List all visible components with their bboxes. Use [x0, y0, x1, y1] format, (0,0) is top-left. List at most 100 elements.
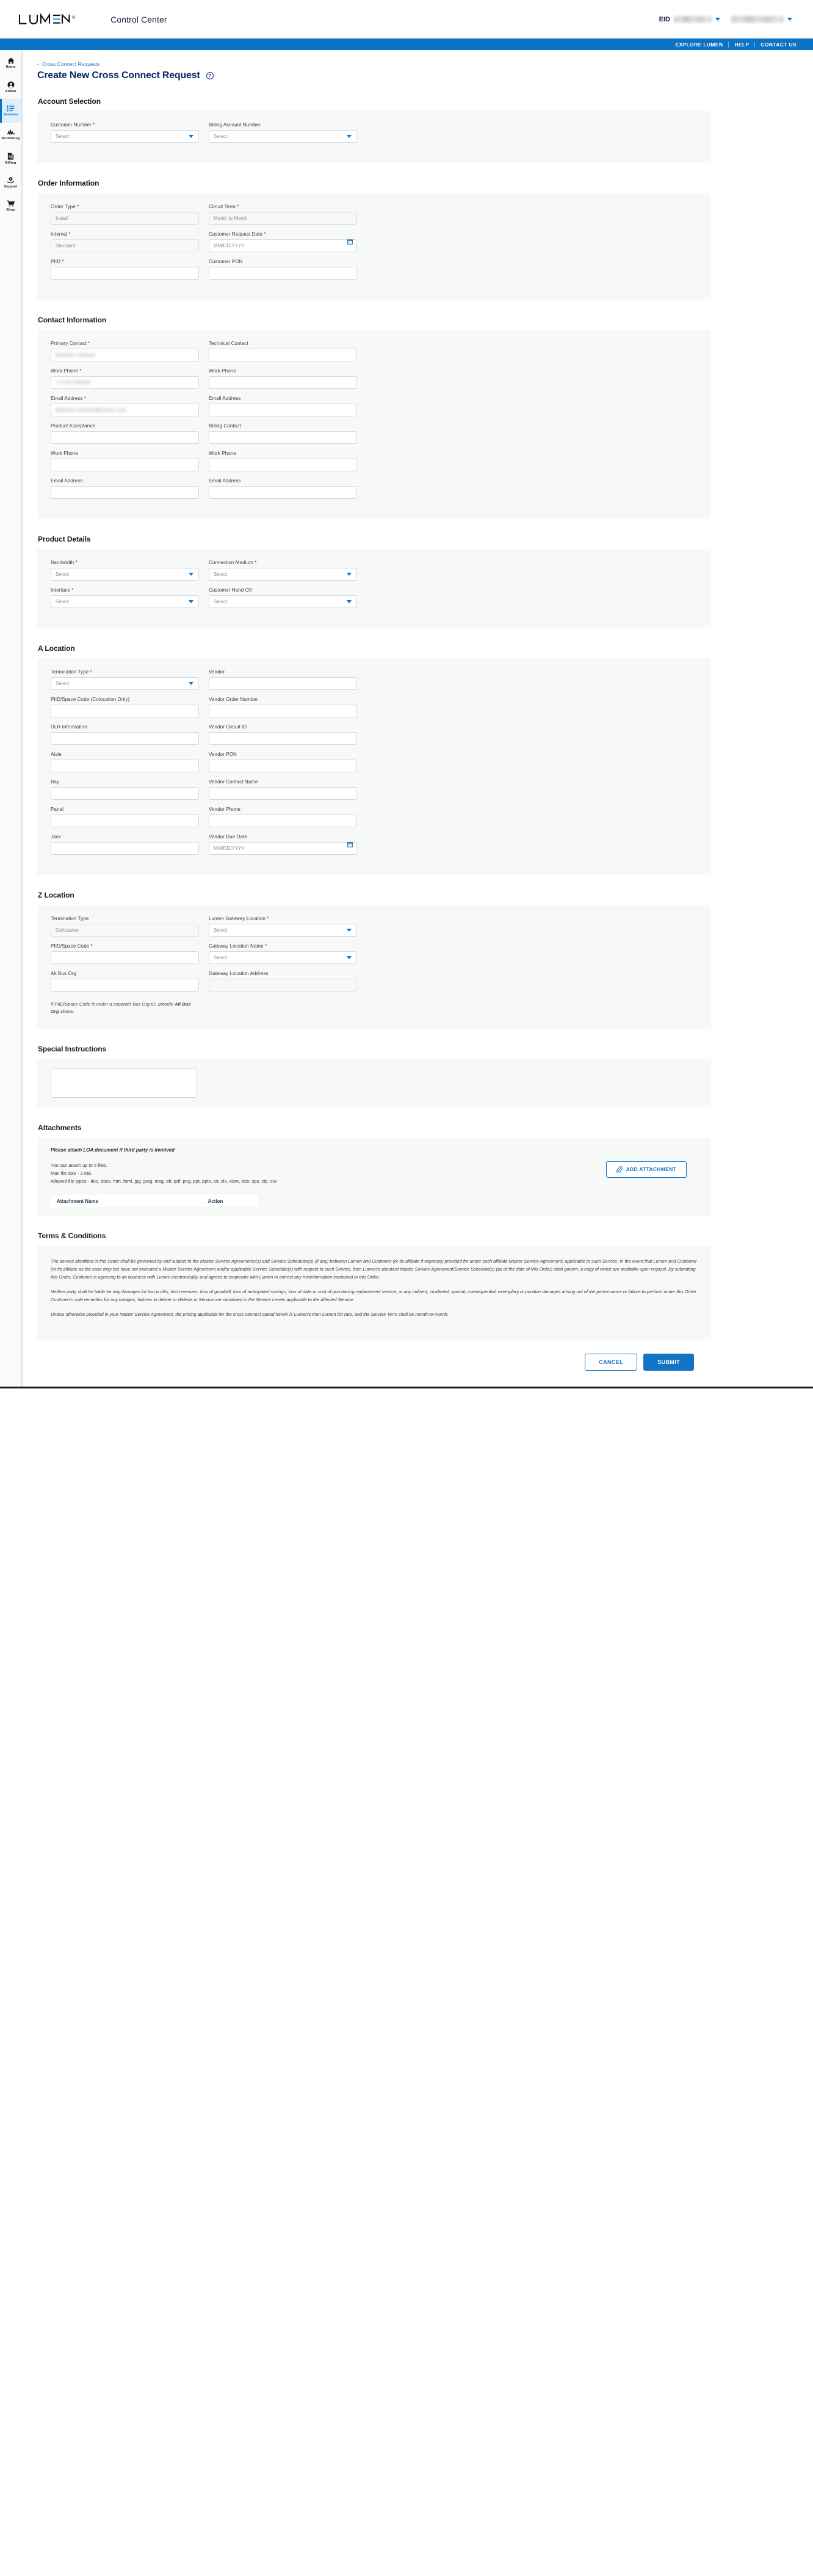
page-header: ‹ Cross Connect Requests Create New Cros… [23, 50, 813, 81]
special-instructions-textarea[interactable] [51, 1068, 197, 1098]
a-vendor-due-date-input[interactable]: MM/DD/YYYY [209, 842, 357, 855]
account-selector[interactable] [731, 16, 792, 23]
section-title: Z Location [38, 891, 74, 899]
customer-pon-input[interactable] [209, 267, 357, 280]
order-type-input: Install [51, 212, 199, 225]
section-account-selection: Account Selection Customer Number * Sele… [23, 97, 813, 163]
bandwidth-select[interactable]: Select [51, 568, 199, 581]
sidebar-item-billing[interactable]: $ Billing [0, 147, 21, 170]
lumen-gateway-location-select[interactable]: Select [209, 924, 357, 937]
billing-contact-input[interactable] [209, 431, 357, 444]
nav-contact-us[interactable]: CONTACT US [755, 42, 802, 48]
primary-email-input[interactable]: Matthew.Osakski@lumen.com [51, 404, 199, 416]
sidebar-item-services[interactable]: Services [0, 99, 21, 123]
billing-email-input[interactable] [209, 486, 357, 499]
sidebar-item-home[interactable]: Home [0, 51, 21, 75]
chevron-down-icon [189, 134, 193, 138]
sidebar-item-shop[interactable]: Shop [0, 194, 21, 218]
a-vendor-input[interactable] [209, 677, 357, 690]
customer-hand-off-select[interactable]: Select [209, 595, 357, 608]
main-content: ‹ Cross Connect Requests Create New Cros… [22, 50, 813, 1387]
chevron-down-icon [347, 134, 352, 138]
product-email-input[interactable] [51, 486, 199, 499]
brand-bar-right: EID [659, 16, 801, 23]
registered-mark: ® [72, 15, 76, 20]
attachment-rule-count: You can attach up to 5 files. [51, 1162, 108, 1168]
billing-account-number-select[interactable]: Select [209, 130, 357, 143]
sidebar-item-support[interactable]: Support [0, 170, 21, 194]
lumen-logo[interactable]: ® [18, 13, 75, 26]
terms-panel: The service identified in this Order sha… [37, 1246, 711, 1341]
nav-explore-lumen[interactable]: EXPLORE LUMEN [670, 42, 729, 48]
calendar-icon[interactable] [347, 842, 353, 847]
nav-help[interactable]: HELP [729, 42, 754, 48]
chevron-down-icon [189, 681, 193, 685]
chevron-down-icon [347, 572, 352, 576]
support-gear-icon [7, 176, 15, 184]
z-piid-space-code-input[interactable] [51, 951, 199, 964]
a-vendor-contact-name-input[interactable] [209, 787, 357, 800]
section-title: Account Selection [38, 97, 101, 106]
technical-work-phone-input[interactable] [209, 376, 357, 389]
piid-input[interactable] [51, 267, 199, 280]
customer-request-date-input[interactable]: MM/DD/YYYY [209, 239, 357, 252]
sidebar-item-monitoring[interactable]: Monitoring [0, 123, 21, 147]
product-acceptance-input[interactable] [51, 431, 199, 444]
invoice-icon: $ [7, 153, 14, 160]
eid-label: EID [659, 15, 670, 23]
gateway-location-name-select[interactable]: Select [209, 951, 357, 964]
a-piid-space-code-input[interactable] [51, 705, 199, 717]
primary-work-phone-input[interactable]: +17207798330 [51, 376, 199, 389]
section-terms: Terms & Conditions The service identifie… [23, 1232, 813, 1341]
field-a-bay: Bay [51, 779, 199, 800]
alt-bus-org-input[interactable] [51, 979, 199, 992]
field-circuit-term: Circuit Term * Month to Month [209, 204, 357, 225]
chevron-down-icon [787, 18, 792, 21]
field-a-jack: Jack [51, 834, 199, 855]
help-icon[interactable]: ? [206, 72, 214, 79]
section-contact-information: Contact Information Primary Contact * Ma… [23, 316, 813, 519]
connection-medium-select[interactable]: Select [209, 568, 357, 581]
field-gateway-location-address: Gateway Location Address [209, 971, 357, 992]
a-jack-input[interactable] [51, 842, 199, 855]
a-bay-input[interactable] [51, 787, 199, 800]
technical-contact-input[interactable] [209, 349, 357, 361]
a-location-panel: Termination Type * Select Vendor PIID/Sp… [37, 658, 711, 875]
chevron-down-icon [189, 572, 193, 576]
cancel-button[interactable]: CANCEL [585, 1354, 638, 1371]
a-vendor-pon-input[interactable] [209, 760, 357, 772]
a-vendor-order-number-input[interactable] [209, 705, 357, 717]
add-attachment-button[interactable]: ADD ATTACHMENT [605, 1161, 687, 1178]
billing-work-phone-input[interactable] [209, 459, 357, 471]
product-work-phone-input[interactable] [51, 459, 199, 471]
a-aisle-input[interactable] [51, 760, 199, 772]
field-primary-contact: Primary Contact * Matthew Osakski [51, 341, 199, 361]
field-a-termination-type: Termination Type * Select [51, 669, 199, 690]
customer-number-select[interactable]: Select [51, 130, 199, 143]
top-nav: EXPLORE LUMEN HELP CONTACT US [0, 38, 813, 50]
section-title: Contact Information [38, 316, 107, 324]
calendar-icon[interactable] [347, 239, 353, 245]
interface-select[interactable]: Select [51, 595, 199, 608]
technical-email-input[interactable] [209, 404, 357, 416]
attachment-rules: You can attach up to 5 files. Max file s… [51, 1161, 277, 1186]
a-dlr-information-input[interactable] [51, 732, 199, 745]
a-vendor-circuit-id-input[interactable] [209, 732, 357, 745]
a-vendor-phone-input[interactable] [209, 815, 357, 827]
field-billing-email: Email Address [209, 478, 357, 499]
cart-icon [7, 200, 15, 207]
breadcrumb[interactable]: ‹ Cross Connect Requests [37, 61, 813, 67]
section-title: Terms & Conditions [38, 1232, 106, 1241]
submit-button[interactable]: SUBMIT [643, 1354, 694, 1371]
section-order-information: Order Information Order Type * Install C… [23, 179, 813, 300]
a-termination-type-select[interactable]: Select [51, 677, 199, 690]
primary-contact-input[interactable]: Matthew Osakski [51, 349, 199, 361]
a-panel-input[interactable] [51, 815, 199, 827]
section-title: Order Information [38, 179, 99, 187]
field-product-acceptance: Product Acceptance [51, 423, 199, 444]
eid-selector[interactable]: EID [659, 16, 720, 23]
field-a-vendor-phone: Vendor Phone [209, 807, 357, 827]
sidebar-item-admin[interactable]: Admin [0, 75, 21, 99]
field-technical-work-phone: Work Phone [209, 368, 357, 389]
chevron-down-icon [347, 928, 352, 932]
